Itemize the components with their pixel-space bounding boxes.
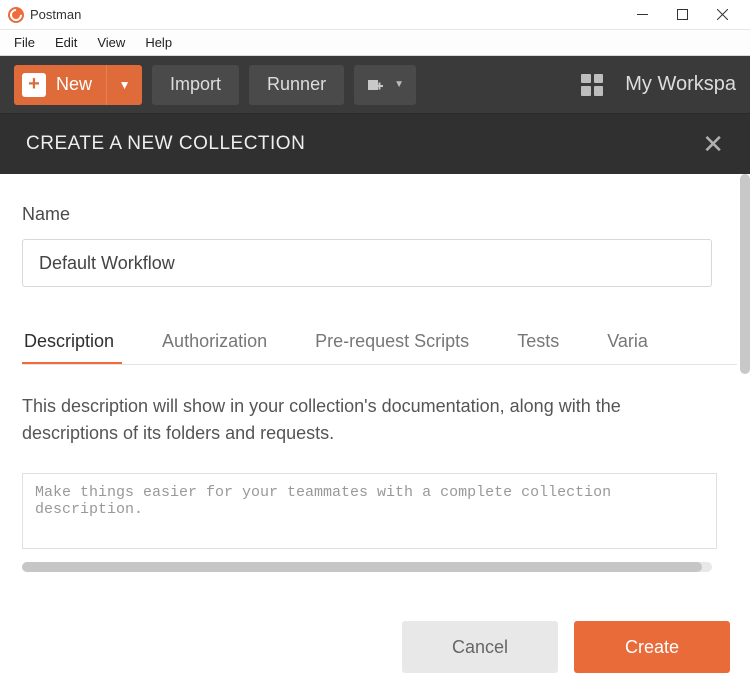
tab-authorization[interactable]: Authorization bbox=[160, 323, 269, 364]
modal-body: Name Description Authorization Pre-reque… bbox=[0, 174, 750, 582]
menu-edit[interactable]: Edit bbox=[45, 33, 87, 52]
chevron-down-icon: ▼ bbox=[394, 79, 404, 90]
import-button-label: Import bbox=[170, 74, 221, 95]
create-button-label: Create bbox=[625, 637, 679, 658]
minimize-button[interactable] bbox=[622, 1, 662, 29]
runner-button-label: Runner bbox=[267, 74, 326, 95]
workspace-label[interactable]: My Workspa bbox=[625, 73, 736, 96]
create-button[interactable]: Create bbox=[574, 621, 730, 673]
name-field-label: Name bbox=[22, 204, 728, 225]
menu-view[interactable]: View bbox=[87, 33, 135, 52]
tab-description[interactable]: Description bbox=[22, 323, 116, 364]
tab-tests[interactable]: Tests bbox=[515, 323, 561, 364]
collection-name-input[interactable] bbox=[22, 239, 712, 287]
postman-logo-icon bbox=[8, 7, 24, 23]
new-button[interactable]: + New ▼ bbox=[14, 65, 142, 105]
new-button-label: New bbox=[46, 74, 106, 95]
vertical-scrollbar-thumb[interactable] bbox=[740, 174, 750, 374]
modal-header: CREATE A NEW COLLECTION ✕ bbox=[0, 114, 750, 174]
vertical-scrollbar[interactable] bbox=[740, 174, 750, 560]
description-help-text: This description will show in your colle… bbox=[22, 393, 712, 447]
plus-icon: + bbox=[22, 73, 46, 97]
window-titlebar: Postman bbox=[0, 0, 750, 30]
runner-button[interactable]: Runner bbox=[249, 65, 344, 105]
modal-footer: Cancel Create bbox=[402, 621, 730, 673]
new-dropdown-icon[interactable]: ▼ bbox=[106, 65, 142, 105]
maximize-button[interactable] bbox=[662, 1, 702, 29]
tab-variables[interactable]: Varia bbox=[605, 323, 650, 364]
modal-tabs: Description Authorization Pre-request Sc… bbox=[22, 323, 737, 365]
menu-help[interactable]: Help bbox=[135, 33, 182, 52]
cancel-button[interactable]: Cancel bbox=[402, 621, 558, 673]
app-title: Postman bbox=[30, 7, 81, 22]
close-icon[interactable]: ✕ bbox=[702, 129, 724, 160]
horizontal-scrollbar[interactable] bbox=[22, 562, 712, 572]
cancel-button-label: Cancel bbox=[452, 637, 508, 658]
tab-prerequest-scripts[interactable]: Pre-request Scripts bbox=[313, 323, 471, 364]
close-window-button[interactable] bbox=[702, 1, 742, 29]
menubar: File Edit View Help bbox=[0, 30, 750, 56]
menu-file[interactable]: File bbox=[4, 33, 45, 52]
import-button[interactable]: Import bbox=[152, 65, 239, 105]
new-tab-button[interactable]: ▼ bbox=[354, 65, 416, 105]
modal-title: CREATE A NEW COLLECTION bbox=[26, 133, 305, 155]
main-toolbar: + New ▼ Import Runner ▼ My Workspa bbox=[0, 56, 750, 114]
horizontal-scrollbar-thumb[interactable] bbox=[22, 562, 702, 572]
description-textarea[interactable] bbox=[22, 473, 717, 549]
workspaces-grid-icon[interactable] bbox=[581, 74, 603, 96]
new-tab-plus-icon bbox=[366, 76, 384, 94]
